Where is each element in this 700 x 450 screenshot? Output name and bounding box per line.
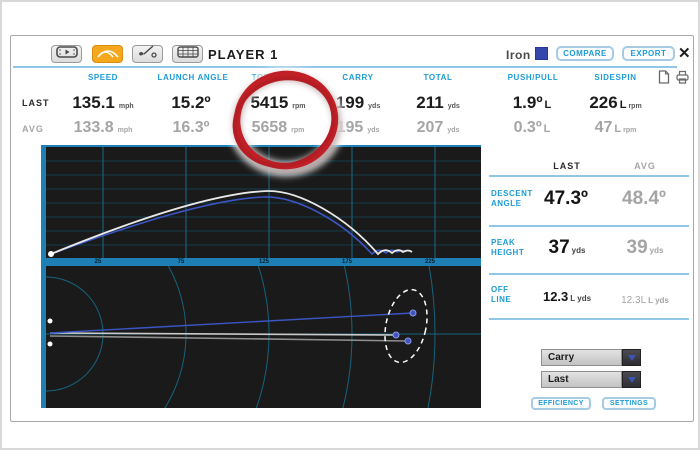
stat-sidespin-avg: 47Lrpm [573, 119, 658, 137]
stat-launch-last: 15.2º [148, 93, 238, 113]
divider [489, 225, 689, 227]
col-header-push-pull: PUSH/PULL [488, 73, 578, 82]
compare-button[interactable]: COMPARE [556, 46, 614, 61]
launch-point-marker [48, 251, 54, 257]
settings-button[interactable]: SETTINGS [602, 397, 656, 410]
carry-dropdown-arrow[interactable] [622, 349, 641, 366]
stat-speed-avg: 133.8mph [58, 119, 148, 137]
trajectory-icon [96, 45, 120, 63]
avg-landing-marker[interactable] [410, 310, 416, 316]
peak-height-last: 37yds [539, 237, 595, 259]
stat-launch-avg: 16.3º [148, 119, 238, 137]
descent-angle-last: 47.3º [539, 188, 595, 210]
last-row-label: LAST [22, 98, 50, 108]
stat-spin-avg: 5658rpm [233, 119, 323, 137]
distance-axis-bar: 25 75 125 175 225 [41, 258, 481, 266]
last-total-marker[interactable] [405, 338, 411, 344]
landing-zone-ellipse [379, 286, 434, 367]
dispersion-top-view-chart [41, 266, 481, 408]
stat-carry-last: 199yds [318, 93, 398, 113]
col-header-total-spin: TOTAL SPIN [233, 73, 323, 82]
col-header-launch-angle: LAUNCH ANGLE [148, 73, 238, 82]
avg-row-label: AVG [22, 124, 44, 134]
last-carry-marker[interactable] [393, 332, 399, 338]
descent-angle-label: DESCENT ANGLE [491, 189, 533, 209]
divider [489, 273, 689, 275]
video-replay-button[interactable] [51, 45, 82, 63]
trajectory-view-button[interactable] [92, 45, 123, 63]
print-icon[interactable] [675, 70, 690, 89]
peak-height-avg: 39yds [617, 237, 673, 259]
col-header-speed: SPEED [58, 73, 148, 82]
data-table-button[interactable] [172, 45, 203, 63]
club-type-label[interactable]: Iron [506, 48, 531, 62]
club-icon [137, 45, 159, 63]
axis-tick: 75 [171, 259, 191, 265]
app-window: PLAYER 1 Iron COMPARE EXPORT ✕ SPEED LAU… [10, 35, 694, 422]
stat-spin-last: 5415rpm [233, 93, 323, 113]
carry-dropdown-value[interactable]: Carry [541, 349, 622, 366]
club-data-button[interactable] [132, 45, 163, 63]
off-line-label: OFF LINE [491, 285, 511, 305]
tee-marker-2 [48, 342, 53, 347]
last-dropdown-value[interactable]: Last [541, 371, 622, 388]
trajectory-side-view-chart [41, 145, 481, 258]
tee-marker-1 [48, 319, 53, 324]
export-button[interactable]: EXPORT [622, 46, 675, 61]
stat-total-last: 211yds [398, 93, 478, 113]
last-dropdown[interactable]: Last [541, 371, 641, 388]
club-color-swatch[interactable] [535, 47, 548, 60]
descent-angle-avg: 48.4º [617, 188, 673, 210]
col-header-total: TOTAL [398, 73, 478, 82]
axis-tick: 225 [420, 259, 440, 265]
peak-height-label: PEAK HEIGHT [491, 238, 524, 258]
page-title: PLAYER 1 [208, 47, 278, 62]
last-shot-line [50, 333, 396, 335]
last-dropdown-arrow[interactable] [622, 371, 641, 388]
stat-carry-avg: 195yds [318, 119, 398, 137]
stat-pushpull-last: 1.9ºL [488, 93, 578, 113]
avg-shot-line [50, 313, 413, 333]
col-header-carry: CARRY [318, 73, 398, 82]
divider [489, 318, 689, 320]
video-icon [56, 45, 78, 63]
pdf-icon[interactable] [658, 70, 670, 89]
chevron-down-icon [628, 355, 636, 361]
axis-tick: 175 [337, 259, 357, 265]
stat-total-avg: 207yds [398, 119, 478, 137]
axis-tick: 25 [88, 259, 108, 265]
side-panel-avg-header: AVG [617, 161, 673, 171]
stat-sidespin-last: 226Lrpm [573, 93, 658, 113]
dispersion-svg [46, 266, 481, 408]
col-header-sidespin: SIDESPIN [573, 73, 658, 82]
chevron-down-icon [628, 377, 636, 383]
carry-dropdown[interactable]: Carry [541, 349, 641, 366]
off-line-last: 12.3L yds [539, 288, 595, 306]
stat-pushpull-avg: 0.3ºL [488, 119, 578, 137]
screenshot-frame: PLAYER 1 Iron COMPARE EXPORT ✕ SPEED LAU… [0, 0, 700, 450]
table-icon [177, 45, 199, 63]
stat-speed-last: 135.1mph [58, 93, 148, 113]
total-shot-line [50, 336, 408, 341]
trajectory-svg [46, 147, 481, 258]
close-icon[interactable]: ✕ [678, 44, 691, 62]
axis-tick: 125 [254, 259, 274, 265]
divider [489, 175, 689, 177]
toolbar-divider [13, 66, 677, 68]
off-line-avg: 12.3LL yds [617, 290, 673, 308]
efficiency-button[interactable]: EFFICIENCY [531, 397, 591, 410]
side-panel-last-header: LAST [539, 161, 595, 171]
